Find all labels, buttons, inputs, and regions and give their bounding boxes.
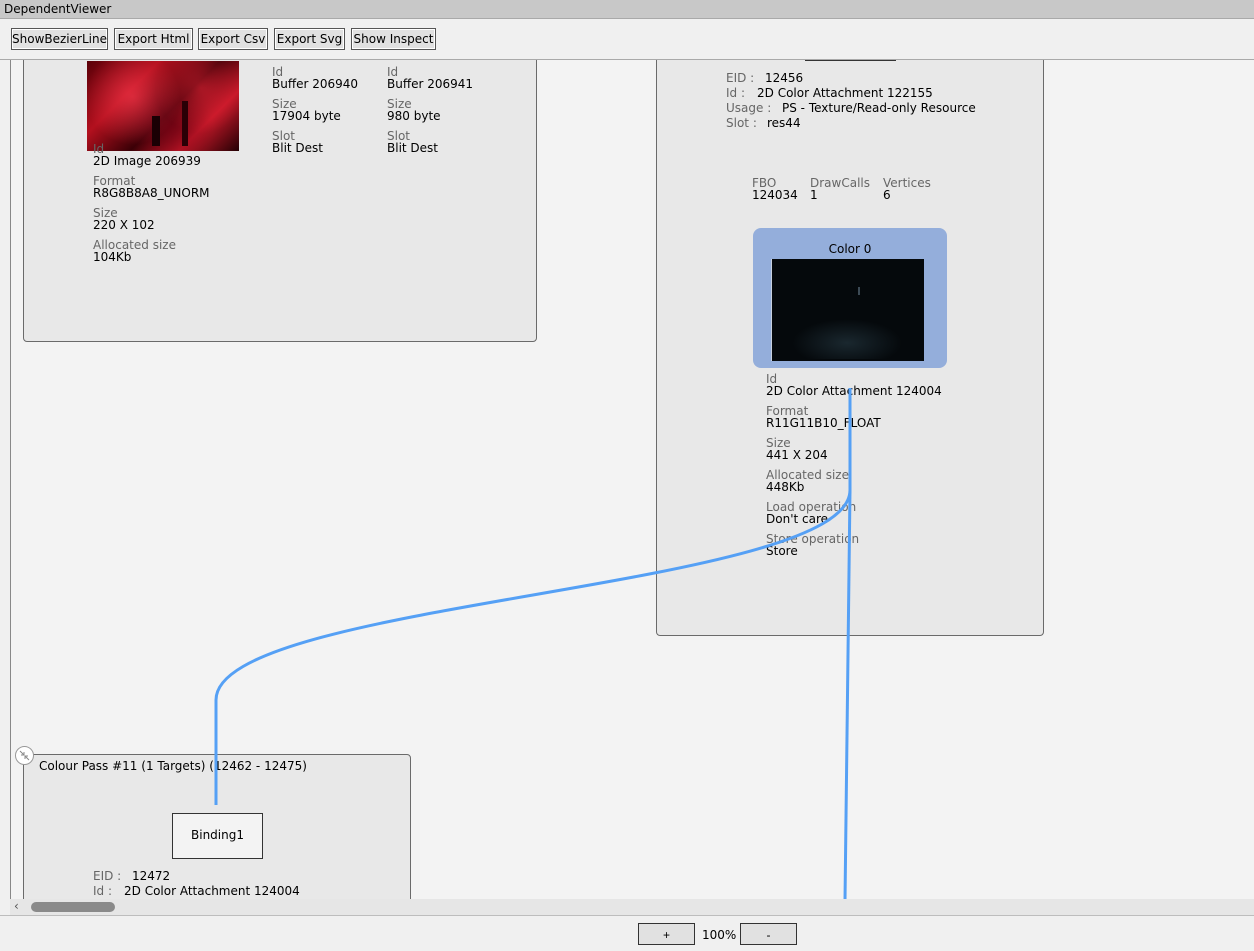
horizontal-scrollbar[interactable]: ‹ xyxy=(10,899,1254,915)
image-thumbnail xyxy=(87,61,239,151)
binding1-label: Binding1 xyxy=(191,828,244,842)
pass-node-resources[interactable]: Id Buffer 206940 Size 17904 byte Slot Bl… xyxy=(23,60,537,342)
window-titlebar: DependentViewer xyxy=(0,0,1254,19)
buffer1-id: Buffer 206940 xyxy=(272,77,359,91)
pass-node-draw[interactable]: EID : 12456 Id : 2D Color Attachment 122… xyxy=(656,60,1044,636)
binding-slot-label: Slot : xyxy=(726,116,757,130)
image-format: R8G8B8A8_UNORM xyxy=(93,186,210,200)
show-bezier-line-button[interactable]: ShowBezierLine xyxy=(11,28,108,50)
attachment-size: 441 X 204 xyxy=(766,448,828,462)
attachment-preview xyxy=(771,259,924,361)
colour-pass-eid-label: EID : xyxy=(93,869,122,883)
image-id: 2D Image 206939 xyxy=(93,154,201,168)
colour-pass-id: 2D Color Attachment 124004 xyxy=(124,884,300,898)
zoom-bar: + 100% - xyxy=(0,915,1254,951)
attachment-load-op: Don't care xyxy=(766,512,829,526)
zoom-out-button[interactable]: - xyxy=(740,923,797,945)
binding-usage: PS - Texture/Read-only Resource xyxy=(782,101,976,115)
show-inspect-button[interactable]: Show Inspect xyxy=(351,28,436,50)
binding-id-label: Id : xyxy=(726,86,746,100)
attachment-format: R11G11B10_FLOAT xyxy=(766,416,881,430)
attachment-title: Color 0 xyxy=(828,242,872,256)
drawcalls-value: 1 xyxy=(810,188,818,202)
colour-pass-title: Colour Pass #11 (1 Targets) (12462 - 124… xyxy=(39,759,307,773)
collapse-node-icon[interactable] xyxy=(15,746,34,765)
toolbar: ShowBezierLine Export Html Export Csv Ex… xyxy=(0,19,1254,60)
buffer1-size: 17904 byte xyxy=(272,109,341,123)
zoom-level: 100% xyxy=(702,928,737,942)
window-title: DependentViewer xyxy=(4,2,112,16)
color-attachment-tile[interactable]: Color 0 xyxy=(753,228,947,368)
export-svg-button[interactable]: Export Svg xyxy=(274,28,345,50)
image-allocated: 104Kb xyxy=(93,250,132,264)
binding-eid-label: EID : xyxy=(726,71,755,85)
colour-pass-eid: 12472 xyxy=(132,869,171,883)
export-html-button[interactable]: Export Html xyxy=(114,28,193,50)
vertices-value: 6 xyxy=(883,188,891,202)
scroll-left-icon[interactable]: ‹ xyxy=(14,899,19,913)
graph-canvas[interactable]: Id Buffer 206940 Size 17904 byte Slot Bl… xyxy=(10,60,1254,900)
colour-pass-id-label: Id : xyxy=(93,884,113,898)
buffer2-id: Buffer 206941 xyxy=(387,77,474,91)
attachment-id: 2D Color Attachment 124004 xyxy=(766,384,942,398)
binding1-box[interactable]: Binding1 xyxy=(172,813,263,859)
binding-id: 2D Color Attachment 122155 xyxy=(757,86,933,100)
pass-node-colour-pass-11[interactable]: Colour Pass #11 (1 Targets) (12462 - 124… xyxy=(23,754,411,900)
image-size: 220 X 102 xyxy=(93,218,155,232)
drawcalls-label: DrawCalls xyxy=(810,176,870,190)
fbo-value: 124034 xyxy=(752,188,798,202)
export-csv-button[interactable]: Export Csv xyxy=(198,28,268,50)
binding-usage-label: Usage : xyxy=(726,101,772,115)
buffer2-size: 980 byte xyxy=(387,109,441,123)
zoom-in-button[interactable]: + xyxy=(638,923,695,945)
attachment-store-op: Store xyxy=(766,544,798,558)
buffer2-slot: Blit Dest xyxy=(387,141,438,155)
attachment-allocated: 448Kb xyxy=(766,480,805,494)
binding-slot: res44 xyxy=(767,116,801,130)
buffer1-slot: Blit Dest xyxy=(272,141,323,155)
scrollbar-thumb[interactable] xyxy=(31,902,115,912)
binding-box-top[interactable] xyxy=(805,60,896,61)
binding-eid: 12456 xyxy=(765,71,804,85)
